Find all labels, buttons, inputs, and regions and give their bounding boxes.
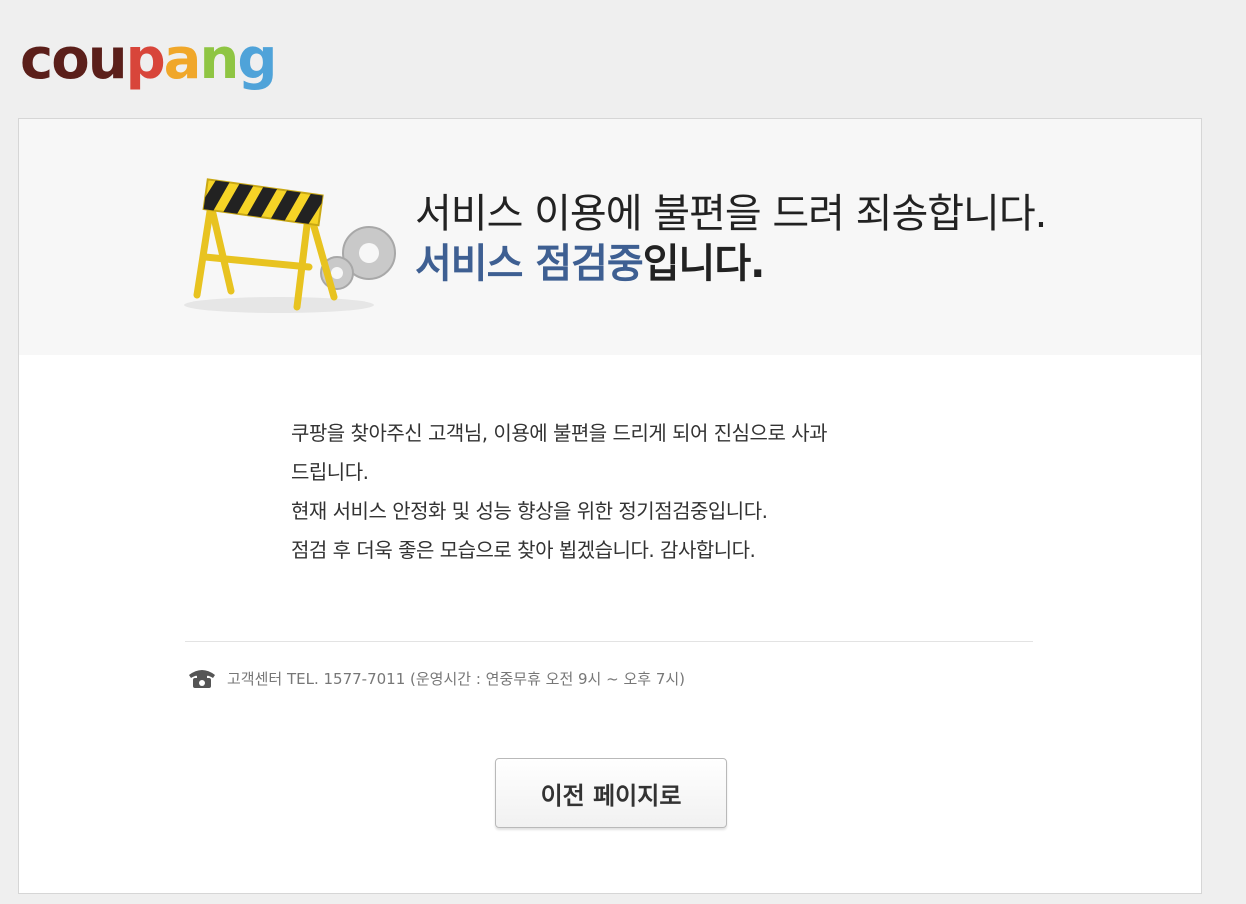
coupang-logo[interactable]: coupang — [20, 27, 277, 92]
customer-center-info: 고객센터 TEL. 1577-7011 (운영시간 : 연중무휴 오전 9시 ~… — [187, 667, 685, 689]
logo-letter-p: p — [125, 27, 166, 92]
logo-letter-a: a — [163, 27, 202, 92]
message-line: 드립니다. — [291, 460, 369, 484]
logo-letter-n: n — [199, 27, 239, 92]
message-line: 쿠팡을 찾아주신 고객님, 이용에 불편을 드리게 되어 진심으로 사과 — [291, 421, 828, 445]
logo-letter-o: o — [51, 27, 90, 92]
logo-letter-u: u — [87, 27, 128, 92]
title-accent: 서비스 점검중 — [415, 241, 644, 287]
divider — [185, 641, 1033, 642]
barricade-gear-icon — [184, 178, 396, 313]
message-line: 점검 후 더욱 좋은 모습으로 찾아 뵙겠습니다. 감사합니다. — [291, 538, 756, 562]
title-line-1: 서비스 이용에 불편을 드려 죄송합니다. — [415, 191, 1047, 237]
message-line: 현재 서비스 안정화 및 성능 향상을 위한 정기점검중입니다. — [291, 499, 768, 523]
title-rest: 입니다. — [642, 241, 766, 287]
maintenance-hero: 서비스 이용에 불편을 드려 죄송합니다. 서비스 점검중입니다. — [19, 119, 1201, 355]
maintenance-title: 서비스 이용에 불편을 드려 죄송합니다. 서비스 점검중입니다. — [415, 189, 1047, 289]
logo-letter-g: g — [237, 27, 277, 92]
title-line-2: 서비스 점검중입니다. — [415, 239, 1046, 289]
phone-icon — [189, 670, 215, 688]
maintenance-card: 서비스 이용에 불편을 드려 죄송합니다. 서비스 점검중입니다. 쿠팡을 찾아… — [18, 118, 1202, 894]
logo-letter-c: c — [20, 27, 53, 92]
contact-text: 고객센터 TEL. 1577-7011 (운영시간 : 연중무휴 오전 9시 ~… — [227, 669, 686, 688]
back-to-previous-page-button[interactable]: 이전 페이지로 — [495, 758, 727, 828]
maintenance-page: coupang 서비스 이용에 불편을 드려 죄송합니다. 서비스 점검중입니다… — [0, 0, 1246, 904]
apology-message: 쿠팡을 찾아주신 고객님, 이용에 불편을 드리게 되어 진심으로 사과 드립니… — [291, 414, 931, 570]
